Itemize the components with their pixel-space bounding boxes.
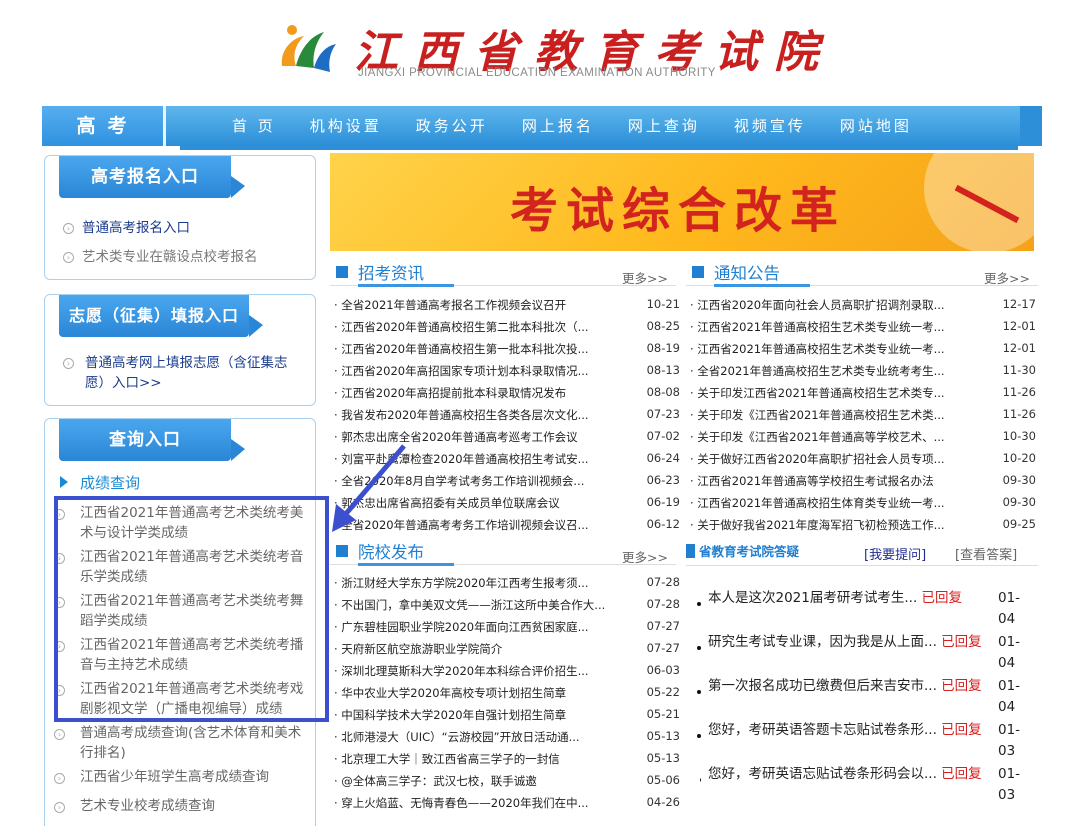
list-item[interactable]: · 江西省2021年普通高校招生艺术类专业统一考... 12-01 — [690, 316, 1036, 338]
chevron-right-icon: › — [63, 223, 74, 234]
schools-more-link[interactable]: 更多>> — [622, 547, 668, 566]
notice-list: · 江西省2020年面向社会人员高职扩招调剂录取... 12-17 · 江西省20… — [690, 294, 1036, 536]
chevron-right-icon: › — [63, 358, 74, 369]
bullet-icon — [700, 778, 701, 782]
query-link-junior-class[interactable]: › 江西省少年班学生高考成绩查询 — [54, 767, 312, 787]
main-nav: 高考 首 页 机构设置 政务公开 网上报名 网上查询 视频宣传 网站地图 — [42, 106, 1042, 146]
nav-item-online-query[interactable]: 网上查询 — [628, 106, 700, 146]
nav-end-cap — [1020, 106, 1042, 146]
nav-item-online-register[interactable]: 网上报名 — [522, 106, 594, 146]
list-item[interactable]: · 江西省2021年普通高校招生体育类专业统一考... 09-30 — [690, 492, 1036, 514]
chevron-right-icon: › — [54, 729, 65, 740]
list-item[interactable]: · 江西省2020年高招提前批本科录取情况发布 08-08 — [334, 382, 680, 404]
list-item[interactable]: · 我省发布2020年普通高校招生各类各层次文化... 07-23 — [334, 404, 680, 426]
list-item[interactable]: · 江西省2020年普通高校招生第一批本科批次投... 08-19 — [334, 338, 680, 360]
list-item[interactable]: · 关于印发江西省2021年普通高校招生艺术类专... 11-26 — [690, 382, 1036, 404]
logo-emblem-icon — [281, 25, 336, 72]
view-answers-link[interactable]: [查看答案] — [955, 544, 1017, 563]
chevron-right-icon: › — [54, 773, 65, 784]
site-logo[interactable]: 江西省教育考试院 JIANGXI PROVINCIAL EDUCATION EX… — [270, 14, 818, 86]
nav-item-sitemap[interactable]: 网站地图 — [840, 106, 912, 146]
register-link-regular[interactable]: › 普通高考报名入口 — [63, 216, 190, 236]
nav-item-home[interactable]: 首 页 — [232, 106, 276, 146]
list-item[interactable]: · 北师港浸大（UIC）“云游校园”开放日活动通... 05-13 — [334, 726, 680, 748]
volunteer-link[interactable]: › 普通高考网上填报志愿（含征集志愿）入口>> — [63, 353, 293, 393]
bullet-icon — [697, 602, 701, 606]
nav-item-organization[interactable]: 机构设置 — [310, 106, 382, 146]
bullet-icon — [697, 646, 701, 650]
nav-items: 首 页 机构设置 政务公开 网上报名 网上查询 视频宣传 网站地图 — [232, 106, 946, 146]
list-item[interactable]: · 天府新区航空旅游职业学院简介 07-27 — [334, 638, 680, 660]
list-item[interactable]: · 关于做好我省2021年度海军招飞初检预选工作... 09-25 — [690, 514, 1036, 536]
list-item[interactable]: · 关于印发《江西省2021年普通高校招生艺术类... 11-26 — [690, 404, 1036, 426]
volunteer-entry-title: 志愿（征集）填报入口 — [59, 295, 263, 337]
volunteer-entry-box: 志愿（征集）填报入口 › 普通高考网上填报志愿（含征集志愿）入口>> — [44, 294, 316, 406]
recruit-section-title: 招考资讯 — [358, 264, 424, 283]
query-entry-title: 查询入口 — [59, 419, 245, 461]
register-entry-title: 高考报名入口 — [59, 156, 245, 198]
title-underline — [358, 284, 454, 287]
list-item[interactable]: · 全省2021年普通高考报名工作视频会议召开 10-21 — [334, 294, 680, 316]
chevron-right-icon: › — [54, 802, 65, 813]
reform-banner[interactable]: 考试综合改革 — [330, 153, 1034, 251]
score-query-heading[interactable]: 成绩查询 — [60, 472, 140, 493]
qa-section-header: 省教育考试院答疑 [我要提问] [查看答案] — [686, 540, 1038, 566]
register-link-art[interactable]: › 艺术类专业在赣设点校考报名 — [63, 245, 258, 265]
title-underline — [714, 284, 810, 287]
bullet-icon — [697, 690, 701, 694]
list-item[interactable]: · 北京理工大学｜致江西省高三学子的一封信 05-13 — [334, 748, 680, 770]
recruit-more-link[interactable]: 更多>> — [622, 268, 668, 287]
nav-home-gaokao[interactable]: 高考 — [42, 106, 166, 146]
list-item[interactable]: · 浙江财经大学东方学院2020年江西考生报考须... 07-28 — [334, 572, 680, 594]
schools-section-title: 院校发布 — [358, 543, 424, 562]
list-item[interactable]: · 深圳北理莫斯科大学2020年本科综合评价招生... 06-03 — [334, 660, 680, 682]
list-item[interactable]: · 江西省2020年普通高校招生第二批本科批次（... 08-25 — [334, 316, 680, 338]
notice-section-header: 通知公告 更多>> — [686, 258, 1038, 287]
list-item[interactable]: · 全省2021年普通高校招生艺术类专业统考考生... 11-30 — [690, 360, 1036, 382]
list-item[interactable]: · 江西省2021年普通高等学校招生考试报名办法 09-30 — [690, 470, 1036, 492]
site-title-en: JIANGXI PROVINCIAL EDUCATION EXAMINATION… — [358, 67, 716, 79]
list-item[interactable]: · 中国科学技术大学2020年自强计划招生简章 05-21 — [334, 704, 680, 726]
list-item[interactable]: · 华中农业大学2020年高校专项计划招生简章 05-22 — [334, 682, 680, 704]
nav-item-video[interactable]: 视频宣传 — [734, 106, 806, 146]
qa-item[interactable]: 您好，考研英语忘贴试卷条形码会以... 已回复 01-03 — [700, 764, 1030, 808]
query-link-gaokao-score[interactable]: › 普通高考成绩查询(含艺术体育和美术行排名) — [54, 723, 312, 763]
nav-underline — [180, 146, 1018, 150]
annotation-arrow-icon — [332, 444, 406, 532]
list-item[interactable]: · @全体高三学子：武汉七校，联手诚邀 05-06 — [334, 770, 680, 792]
list-item[interactable]: · 关于做好江西省2020年高职扩招社会人员专项... 10-20 — [690, 448, 1036, 470]
schools-section-header: 院校发布 更多>> — [330, 537, 676, 566]
chevron-right-icon: › — [63, 252, 74, 263]
register-entry-box: 高考报名入口 › 普通高考报名入口 › 艺术类专业在赣设点校考报名 — [44, 155, 316, 280]
list-item[interactable]: · 不出国门，拿中美双文凭——浙江这所中美合作大... 07-28 — [334, 594, 680, 616]
nav-item-government-affairs[interactable]: 政务公开 — [416, 106, 488, 146]
square-bullet-icon — [686, 544, 695, 558]
annotation-highlight-box — [54, 496, 329, 722]
recruit-section-header: 招考资讯 更多>> — [330, 258, 676, 287]
notice-more-link[interactable]: 更多>> — [984, 268, 1030, 287]
list-item[interactable]: · 江西省2021年普通高校招生艺术类专业统一考... 12-01 — [690, 338, 1036, 360]
qa-section-title: 省教育考试院答疑 — [699, 544, 800, 559]
square-bullet-icon — [692, 266, 704, 278]
notice-section-title: 通知公告 — [714, 264, 780, 283]
banner-title: 考试综合改革 — [510, 183, 847, 239]
list-item[interactable]: · 江西省2020年面向社会人员高职扩招调剂录取... 12-17 — [690, 294, 1036, 316]
title-underline — [358, 563, 454, 566]
square-bullet-icon — [336, 266, 348, 278]
schools-list: · 浙江财经大学东方学院2020年江西考生报考须... 07-28 · 不出国门，… — [334, 572, 680, 814]
bullet-icon — [697, 734, 701, 738]
ask-question-link[interactable]: [我要提问] — [864, 544, 926, 563]
list-item[interactable]: · 江西省2020年高招国家专项计划本科录取情况... 08-13 — [334, 360, 680, 382]
triangle-right-icon — [60, 476, 68, 488]
square-bullet-icon — [336, 545, 348, 557]
list-item[interactable]: · 穿上火焰蓝、无悔青春色——2020年我们在中... 04-26 — [334, 792, 680, 814]
list-item[interactable]: · 关于印发《江西省2021年普通高等学校艺术、... 10-30 — [690, 426, 1036, 448]
query-link-art-school[interactable]: › 艺术专业校考成绩查询 — [54, 796, 312, 816]
list-item[interactable]: · 广东碧桂园职业学院2020年面向江西贫困家庭... 07-27 — [334, 616, 680, 638]
